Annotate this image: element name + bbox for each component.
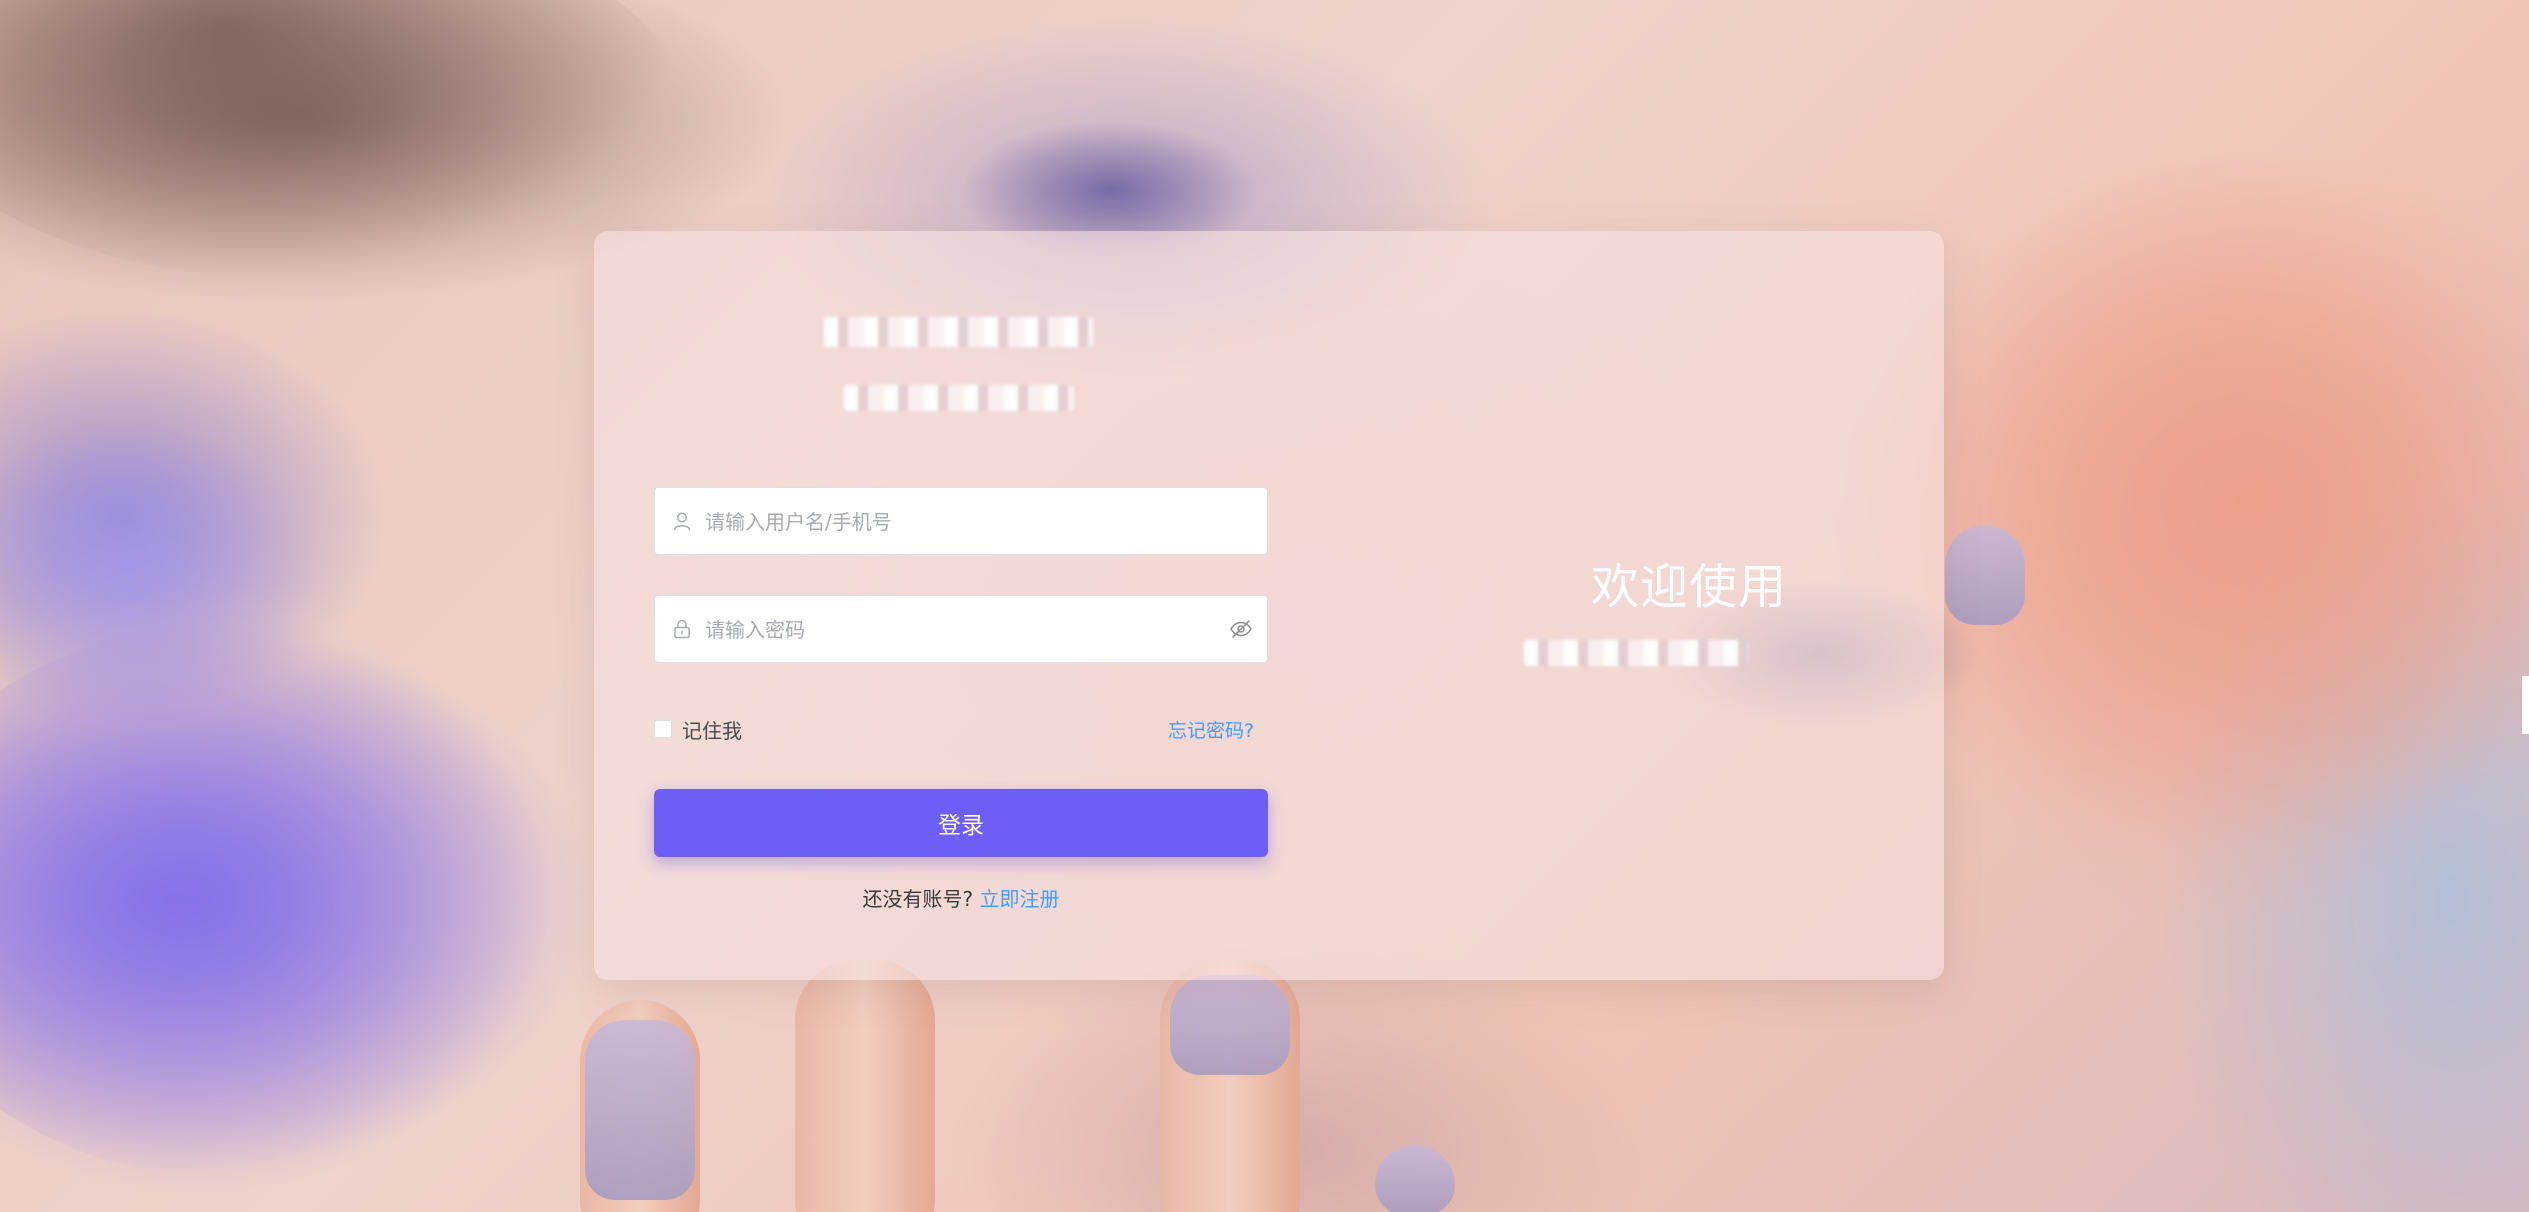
user-icon: [671, 510, 693, 532]
username-input[interactable]: [703, 488, 1207, 556]
login-card: 记住我 忘记密码? 登录 还没有账号? 立即注册 欢迎使用: [594, 231, 1944, 980]
remember-checkbox[interactable]: [654, 720, 672, 738]
background-finger: [795, 960, 935, 1212]
register-link[interactable]: 立即注册: [979, 887, 1059, 911]
password-field: [654, 595, 1268, 664]
password-input[interactable]: [703, 596, 1207, 664]
lock-icon: [671, 618, 693, 640]
forgot-password-link[interactable]: 忘记密码?: [1168, 716, 1264, 743]
background-nail: [1945, 525, 2025, 625]
background-hair: [0, 0, 680, 280]
register-prompt: 还没有账号? 立即注册: [594, 883, 1328, 912]
edge-mark: [2522, 676, 2529, 734]
background-nail: [585, 1020, 695, 1200]
background-nail: [1170, 975, 1290, 1075]
remember-me[interactable]: 记住我: [654, 714, 742, 744]
blurred-subtitle-text: [844, 385, 1074, 411]
background-nail: [1375, 1145, 1455, 1212]
blurred-welcome-subtitle: [1524, 640, 1749, 666]
eye-slash-icon[interactable]: [1229, 618, 1253, 640]
remember-label: 记住我: [682, 718, 742, 743]
username-field: [654, 487, 1268, 556]
blurred-logo-text: [824, 317, 1094, 347]
login-form: 记住我 忘记密码? 登录 还没有账号? 立即注册: [594, 231, 1268, 980]
no-account-text: 还没有账号?: [862, 887, 974, 911]
login-button[interactable]: 登录: [654, 789, 1268, 857]
welcome-title: 欢迎使用: [1590, 559, 1787, 615]
